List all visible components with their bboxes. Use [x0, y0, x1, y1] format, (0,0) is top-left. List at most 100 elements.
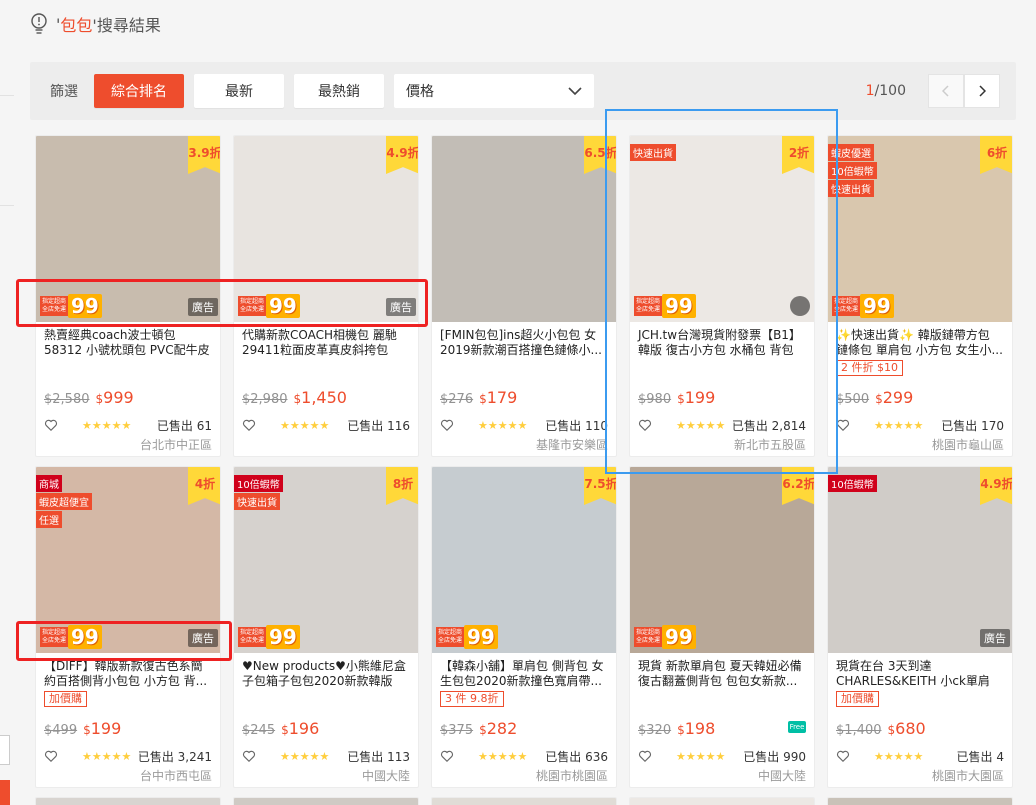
rating-stars-icon: ★★★★★	[478, 418, 528, 432]
sale-price: 198	[684, 719, 716, 738]
product-title[interactable]: 代購新款COACH相機包 麗馳29411粒面皮革真皮斜挎包 時...	[234, 322, 418, 356]
sold-count: 已售出 61	[156, 418, 212, 433]
product-card[interactable]: 6.5折 [FMIN包包]ins超火小包包 女2019新款潮百搭撞色鏈條小... $…	[431, 135, 617, 457]
heart-icon[interactable]	[440, 418, 454, 432]
product-image[interactable]: 6.5折	[432, 136, 616, 322]
rating-stars-icon: ★★★★★	[676, 749, 726, 763]
sort-top-sales-button[interactable]: 最熱銷	[294, 74, 384, 108]
sort-latest-button[interactable]: 最新	[194, 74, 284, 108]
badge-tag2: 蝦皮超便宜	[36, 493, 92, 510]
rating-row: ★★★★★ 已售出 116	[242, 416, 410, 434]
product-card[interactable]: 6.2折 指定超商 全店免運 99 現貨 新款單肩包 夏天韓妞必備 復古翻蓋側背包 包包…	[629, 466, 815, 788]
left-edge-panel	[0, 0, 14, 805]
heart-icon[interactable]	[440, 749, 454, 763]
promo-line-1: 指定超商	[240, 629, 265, 636]
sale-price: 299	[882, 388, 914, 407]
sold-count: 已售出 4	[956, 749, 1004, 764]
product-card[interactable]: 7.5折 指定超商 全店免運 99 【韓森小舖】單肩包 側背包 女生包包2020新款撞色…	[431, 466, 617, 788]
product-image[interactable]: 6.2折 指定超商 全店免運 99	[630, 467, 814, 653]
shop-location: 桃園市大園區	[931, 769, 1004, 783]
rating-row: ★★★★★ 已售出 636	[440, 747, 608, 765]
original-price: $245	[242, 723, 276, 738]
product-card-partial[interactable]	[431, 797, 617, 805]
highlight-box-red	[16, 621, 232, 661]
sale-price: 199	[90, 719, 122, 738]
heart-icon[interactable]	[242, 418, 256, 432]
promo-label: 加價購	[836, 691, 879, 707]
filter-label: 篩選	[50, 84, 78, 100]
promo-line-1: 指定超商	[636, 629, 661, 636]
free-shipping-promo-badge: 指定超商 全店免運 99	[238, 625, 300, 649]
price-row: $245 $196	[242, 719, 319, 738]
product-title[interactable]: 現貨在台 3天到達 CHARLES&KEITH 小ck單肩包...	[828, 653, 1012, 687]
rating-row: ★★★★★ 已售出 990	[638, 747, 806, 765]
currency-symbol: $	[293, 392, 302, 406]
rating-stars-icon: ★★★★★	[280, 418, 330, 432]
promo-number: 99	[662, 625, 696, 649]
promo-label: 3 件 9.8折	[440, 691, 504, 707]
original-price: $2,580	[44, 392, 90, 407]
product-title[interactable]: ✨快速出貨✨ 韓版鏈帶方包 鏈條包 單肩包 小方包 女生小...	[828, 322, 1012, 356]
product-image[interactable]: 7.5折 指定超商 全店免運 99	[432, 467, 616, 653]
product-title[interactable]: 現貨 新款單肩包 夏天韓妞必備 復古翻蓋側背包 包包女新款...	[630, 653, 814, 687]
discount-badge: 4.9折	[386, 136, 418, 174]
product-title[interactable]: 熱賣經典coach波士頓包 58312 小號枕頭包 PVC配牛皮手提...	[36, 322, 220, 356]
rating-stars-icon: ★★★★★	[874, 418, 924, 432]
side-button-edge[interactable]	[0, 780, 10, 805]
next-page-button[interactable]	[964, 74, 1000, 108]
sort-relevance-button[interactable]: 綜合排名	[94, 74, 184, 108]
price-row: $499 $199	[44, 719, 121, 738]
product-image[interactable]: 4.9折 10倍蝦幣 廣告	[828, 467, 1012, 653]
product-title[interactable]: 【韓森小舖】單肩包 側背包 女生包包2020新款撞色寬肩帶...	[432, 653, 616, 687]
original-price: $1,400	[836, 723, 882, 738]
heart-icon[interactable]	[242, 749, 256, 763]
price-row: $320 $198	[638, 719, 715, 738]
product-card[interactable]: 4.9折 10倍蝦幣 廣告 現貨在台 3天到達 CHARLES&KEITH 小ck單肩…	[827, 466, 1013, 788]
side-input-edge[interactable]	[0, 735, 10, 765]
product-card[interactable]: 8折 10倍蝦幣 快速出貨 指定超商 全店免運 99 ♥New products♥小熊維尼盒…	[233, 466, 419, 788]
promo-label: 2 件折 $10	[836, 360, 903, 376]
original-price: $500	[836, 392, 870, 407]
shop-location: 台中市西屯區	[139, 769, 212, 783]
rating-row: ★★★★★ 已售出 170	[836, 416, 1004, 434]
badge-tag2: 快速出貨	[234, 493, 280, 510]
rating-row: ★★★★★ 已售出 3,241	[44, 747, 212, 765]
product-card-partial[interactable]	[629, 797, 815, 805]
highlight-box-red	[16, 279, 428, 327]
price-row: $2,580 $999	[44, 388, 134, 407]
product-image[interactable]: 8折 10倍蝦幣 快速出貨 指定超商 全店免運 99	[234, 467, 418, 653]
price-sort-select[interactable]: 價格	[394, 74, 594, 108]
discount-badge: 4折	[188, 467, 220, 505]
price-row: $375 $282	[440, 719, 517, 738]
product-card-partial[interactable]	[35, 797, 221, 805]
product-card[interactable]: 6折 蝦皮優選 10倍蝦幣 快速出貨 指定超商 全店免運 99 ✨快速出貨✨ 韓版鏈帶方包 鏈…	[827, 135, 1013, 457]
heart-icon[interactable]	[44, 418, 58, 432]
heart-icon[interactable]	[836, 749, 850, 763]
heart-icon[interactable]	[638, 749, 652, 763]
sold-count: 已售出 113	[347, 749, 410, 764]
product-title[interactable]: ♥New products♥小熊維尼盒子包箱子包包2020新款韓版學...	[234, 653, 418, 687]
sold-count: 已售出 170	[941, 418, 1004, 433]
heart-icon[interactable]	[836, 418, 850, 432]
heart-icon[interactable]	[44, 749, 58, 763]
ad-label: 廣告	[980, 629, 1010, 647]
lightbulb-icon	[31, 13, 47, 34]
product-image[interactable]: 6折 蝦皮優選 10倍蝦幣 快速出貨 指定超商 全店免運 99	[828, 136, 1012, 322]
product-title[interactable]: [FMIN包包]ins超火小包包 女2019新款潮百搭撞色鏈條小...	[432, 322, 616, 356]
sold-count: 已售出 110	[545, 418, 608, 433]
currency-symbol: $	[479, 723, 487, 737]
product-card-partial[interactable]	[233, 797, 419, 805]
prev-page-button[interactable]	[928, 74, 964, 108]
promo-line-1: 指定超商	[438, 629, 463, 636]
free-shipping-icon: Free	[788, 721, 806, 733]
chevron-left-icon	[942, 85, 949, 97]
badge-tag1: 商城	[36, 475, 62, 492]
rating-stars-icon: ★★★★★	[82, 749, 132, 763]
rating-stars-icon: ★★★★★	[82, 418, 132, 432]
shop-location: 桃園市桃園區	[535, 769, 608, 783]
page-current: 1	[865, 83, 875, 99]
rating-row: ★★★★★ 已售出 113	[242, 747, 410, 765]
price-sort-label: 價格	[406, 84, 434, 100]
sale-price: 1,450	[301, 388, 347, 407]
product-card-partial[interactable]	[827, 797, 1013, 805]
